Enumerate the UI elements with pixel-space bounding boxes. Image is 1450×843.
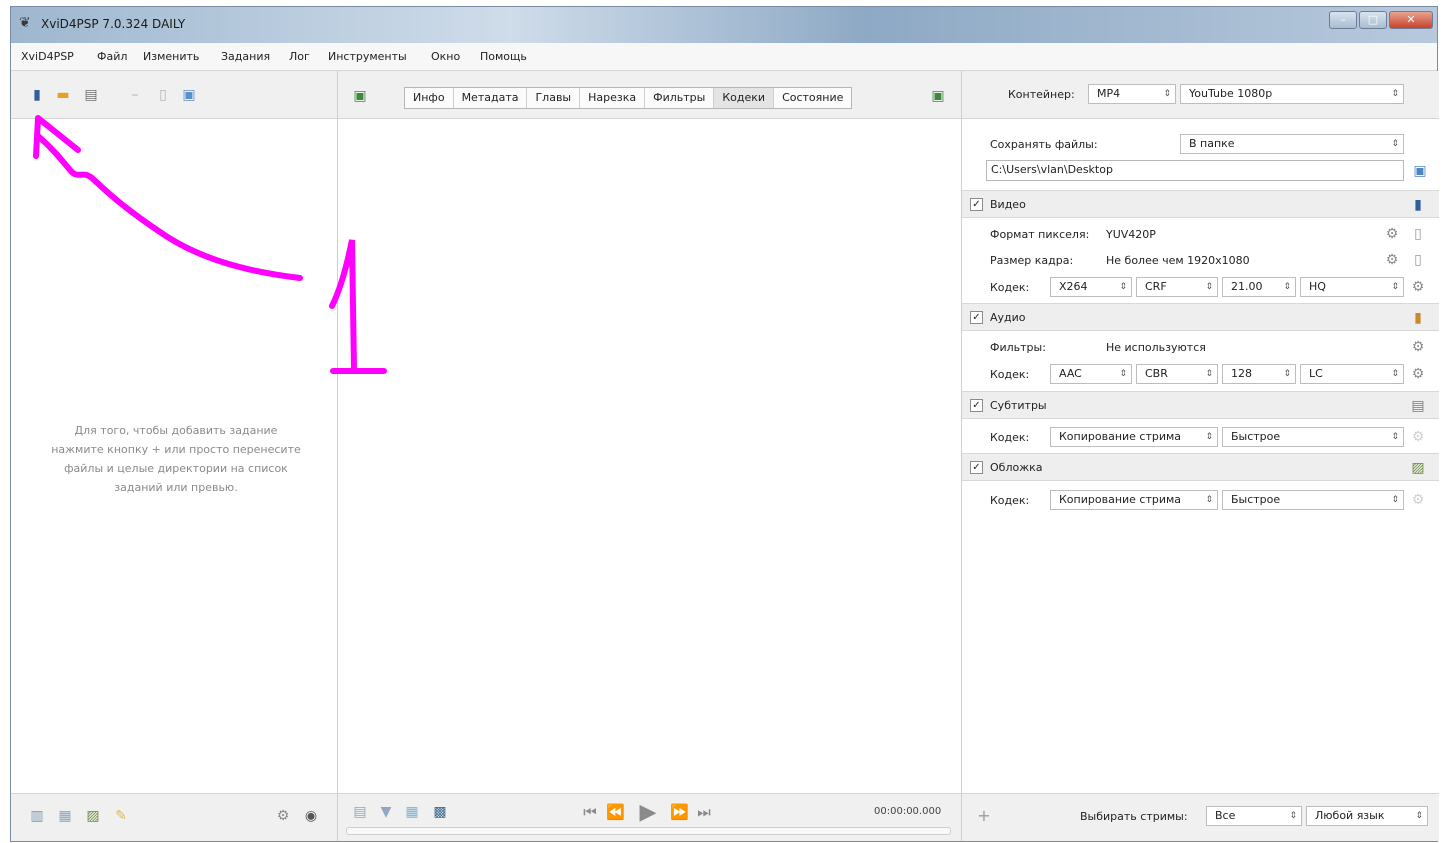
annotation-overlay: [33, 115, 387, 374]
annotation-arrow-line: [35, 133, 303, 281]
annotation-digit-stroke: [329, 239, 357, 373]
